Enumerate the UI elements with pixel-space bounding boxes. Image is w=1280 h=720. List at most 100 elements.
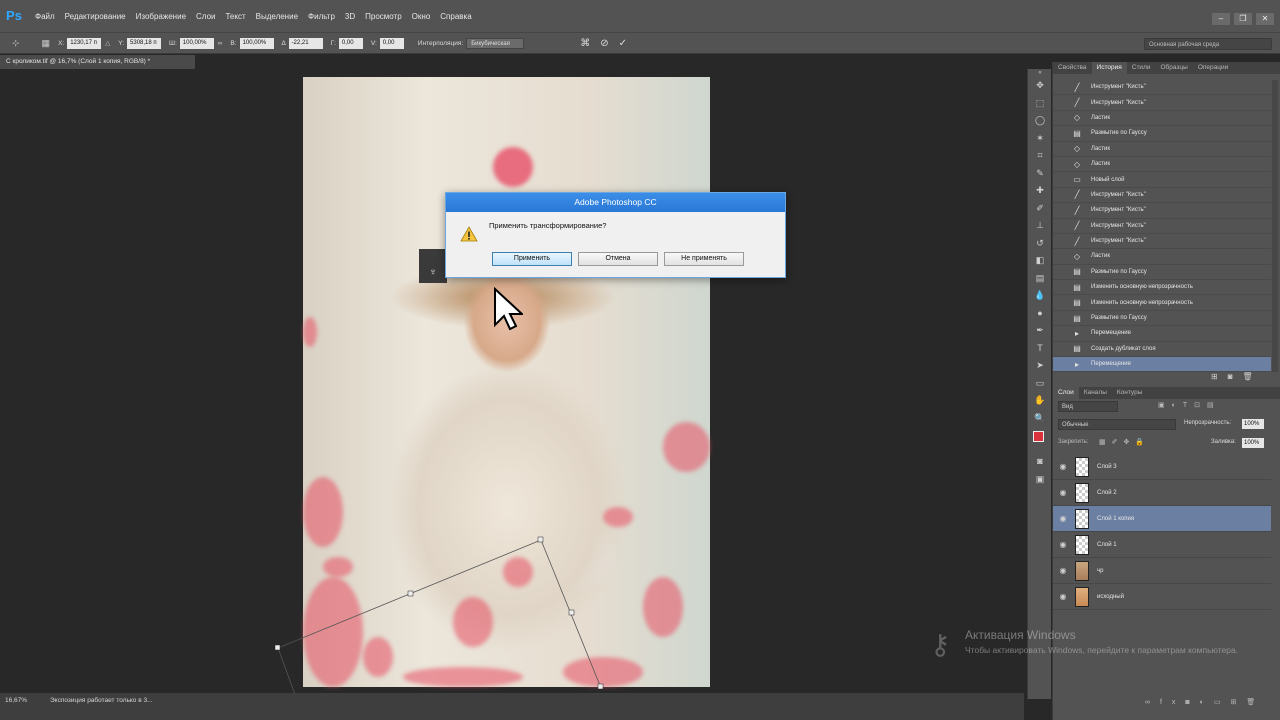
cancel-button[interactable]: Отмена bbox=[578, 252, 658, 266]
lock-icons[interactable]: ▦✐✥🔒 bbox=[1099, 438, 1150, 446]
lasso-tool-icon[interactable]: ◯ bbox=[1028, 112, 1052, 130]
history-item[interactable]: ▤ Изменить основную непрозрачность bbox=[1053, 295, 1271, 311]
workspace-select[interactable]: Основная рабочая среда bbox=[1144, 38, 1272, 50]
link-icon[interactable]: ∞ bbox=[218, 40, 223, 47]
eye-icon[interactable]: ◉ bbox=[1053, 540, 1073, 549]
history-item[interactable]: ▭ Новый слой bbox=[1053, 172, 1271, 188]
menu-edit[interactable]: Редактирование bbox=[65, 12, 126, 21]
w-field[interactable]: 100,00% bbox=[179, 37, 214, 49]
shape-tool-icon[interactable]: ▭ bbox=[1028, 375, 1052, 393]
history-item[interactable]: ▸ Перемещение bbox=[1053, 357, 1271, 373]
menu-image[interactable]: Изображение bbox=[136, 12, 186, 21]
history-footer-icons[interactable]: ⊞◙🗑 bbox=[1211, 372, 1263, 381]
status-info[interactable]: Экспозиция работает только в 3... bbox=[50, 697, 153, 704]
eraser-tool-icon[interactable]: ◧ bbox=[1028, 252, 1052, 270]
hand-tool-icon[interactable]: ✋ bbox=[1028, 392, 1052, 410]
opacity-field[interactable]: 100% bbox=[1242, 419, 1264, 429]
eye-icon[interactable]: ◉ bbox=[1053, 488, 1073, 497]
warp-icon[interactable]: ⌘ bbox=[580, 38, 590, 49]
tab-channels[interactable]: Каналы bbox=[1079, 387, 1112, 399]
angle-field[interactable]: -22,21 bbox=[288, 37, 323, 49]
menu-type[interactable]: Текст bbox=[225, 12, 245, 21]
minimize-icon[interactable]: – bbox=[1212, 13, 1230, 25]
layer-row[interactable]: ◉ Слой 1 bbox=[1053, 532, 1271, 558]
zoom-level[interactable]: 16,67% bbox=[5, 697, 27, 704]
tab-paths[interactable]: Контуры bbox=[1112, 387, 1148, 399]
tab-history[interactable]: История bbox=[1091, 62, 1127, 74]
healing-tool-icon[interactable]: ✚ bbox=[1028, 182, 1052, 200]
menu-view[interactable]: Просмотр bbox=[365, 12, 402, 21]
blend-mode-select[interactable]: Обычные bbox=[1058, 419, 1176, 430]
fill-field[interactable]: 100% bbox=[1242, 438, 1264, 448]
document-tab[interactable]: С кроликом.tif @ 16,7% (Слой 1 копия, RG… bbox=[0, 55, 195, 69]
cancel-transform-icon[interactable]: ⊘ bbox=[600, 38, 608, 49]
commit-transform-icon[interactable]: ✓ bbox=[619, 38, 627, 49]
crop-tool-icon[interactable]: ⌗ bbox=[1028, 147, 1052, 165]
tab-styles[interactable]: Стили bbox=[1127, 62, 1156, 74]
layer-filter-icons[interactable]: ▣◐T⊡▤ bbox=[1158, 401, 1221, 409]
tab-layers[interactable]: Слои bbox=[1053, 387, 1079, 399]
menu-file[interactable]: Файл bbox=[35, 12, 55, 21]
menu-window[interactable]: Окно bbox=[412, 12, 431, 21]
history-item[interactable]: ╱ Инструмент "Кисть" bbox=[1053, 188, 1271, 204]
gradient-tool-icon[interactable]: ▤ bbox=[1028, 270, 1052, 288]
vskew-field[interactable]: 0,00 bbox=[379, 37, 404, 49]
history-item[interactable]: ▤ Размытие по Гауссу bbox=[1053, 265, 1271, 281]
layer-row[interactable]: ◉ исходный bbox=[1053, 584, 1271, 610]
restore-icon[interactable]: ❐ bbox=[1234, 13, 1252, 25]
collapse-icon[interactable]: « bbox=[1028, 69, 1052, 77]
apply-button[interactable]: Применить bbox=[492, 252, 572, 266]
reference-point-icon[interactable]: ▦ bbox=[42, 38, 51, 49]
menu-3d[interactable]: 3D bbox=[345, 12, 355, 21]
color-swatches[interactable] bbox=[1028, 427, 1051, 453]
layer-row[interactable]: ◉ Слой 2 bbox=[1053, 480, 1271, 506]
screen-mode-icon[interactable]: ▣ bbox=[1028, 471, 1052, 489]
eye-icon[interactable]: ◉ bbox=[1053, 514, 1073, 523]
quick-select-tool-icon[interactable]: ✶ bbox=[1028, 130, 1052, 148]
quick-mask-icon[interactable]: ◙ bbox=[1028, 453, 1052, 471]
layer-row[interactable]: ◉ Слой 3 bbox=[1053, 454, 1271, 480]
h-field[interactable]: 100,00% bbox=[239, 37, 274, 49]
pen-tool-icon[interactable]: ✒ bbox=[1028, 322, 1052, 340]
y-field[interactable]: 5308,18 п bbox=[127, 37, 162, 49]
layer-row[interactable]: ◉ чр bbox=[1053, 558, 1271, 584]
menu-select[interactable]: Выделение bbox=[256, 12, 298, 21]
tab-properties[interactable]: Свойства bbox=[1053, 62, 1092, 74]
menu-layer[interactable]: Слои bbox=[196, 12, 215, 21]
move-tool-icon[interactable]: ✥ bbox=[1028, 77, 1052, 95]
layer-kind-filter[interactable]: Вид bbox=[1058, 401, 1118, 412]
eye-icon[interactable]: ◉ bbox=[1053, 462, 1073, 471]
tab-swatches[interactable]: Образцы bbox=[1156, 62, 1193, 74]
close-icon[interactable]: ✕ bbox=[1256, 13, 1274, 25]
zoom-tool-icon[interactable]: 🔍 bbox=[1028, 410, 1052, 428]
history-item[interactable]: ▤ Изменить основную непрозрачность bbox=[1053, 280, 1271, 296]
history-item[interactable]: ◇ Ластик bbox=[1053, 249, 1271, 265]
stamp-tool-icon[interactable]: ⊥ bbox=[1028, 217, 1052, 235]
hskew-field[interactable]: 0,00 bbox=[338, 37, 363, 49]
history-item[interactable]: ▤ Создать дубликат слоя bbox=[1053, 342, 1271, 358]
foreground-color[interactable] bbox=[1033, 431, 1044, 442]
history-item[interactable]: ╱ Инструмент "Кисть" bbox=[1053, 95, 1271, 111]
brush-tool-icon[interactable]: ✐ bbox=[1028, 200, 1052, 218]
eyedropper-tool-icon[interactable]: ✎ bbox=[1028, 165, 1052, 183]
history-item[interactable]: ◇ Ластик bbox=[1053, 142, 1271, 157]
menu-filter[interactable]: Фильтр bbox=[308, 12, 335, 21]
x-field[interactable]: 1230,17 п bbox=[67, 37, 102, 49]
tab-actions[interactable]: Операции bbox=[1193, 62, 1233, 74]
history-item[interactable]: ▸ Перемещение bbox=[1053, 326, 1271, 342]
history-item[interactable]: ╱ Инструмент "Кисть" bbox=[1053, 80, 1271, 96]
history-item[interactable]: ◇ Ластик bbox=[1053, 111, 1271, 127]
path-select-tool-icon[interactable]: ➤ bbox=[1028, 357, 1052, 375]
blur-tool-icon[interactable]: 💧 bbox=[1028, 287, 1052, 305]
history-item[interactable]: ╱ Инструмент "Кисть" bbox=[1053, 234, 1271, 250]
layer-row[interactable]: ◉ Слой 1 копия bbox=[1053, 506, 1271, 532]
type-tool-icon[interactable]: T bbox=[1028, 340, 1052, 358]
history-item[interactable]: ◇ Ластик bbox=[1053, 157, 1271, 173]
dodge-tool-icon[interactable]: ● bbox=[1028, 305, 1052, 323]
eye-icon[interactable]: ◉ bbox=[1053, 592, 1073, 601]
history-item[interactable]: ╱ Инструмент "Кисть" bbox=[1053, 203, 1271, 219]
dont-apply-button[interactable]: Не применять bbox=[664, 252, 744, 266]
marquee-tool-icon[interactable]: ⬚ bbox=[1028, 95, 1052, 113]
eye-icon[interactable]: ◉ bbox=[1053, 566, 1073, 575]
canvas-area[interactable] bbox=[0, 69, 1024, 693]
